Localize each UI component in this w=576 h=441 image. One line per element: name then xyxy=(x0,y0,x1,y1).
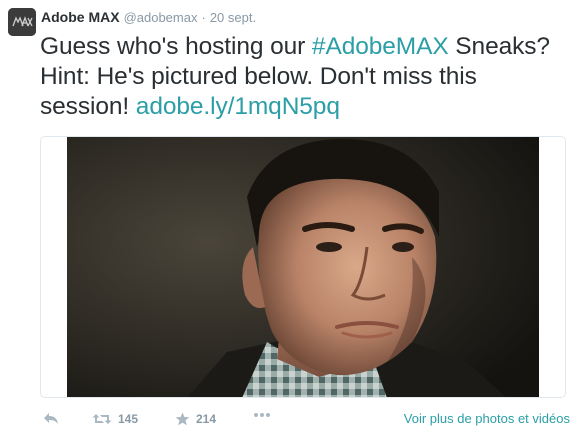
favorite-button[interactable]: 214 xyxy=(175,412,216,426)
tweet: Adobe MAX @adobemax · 20 sept. Guess who… xyxy=(0,0,576,441)
view-more-media-link[interactable]: Voir plus de photos et vidéos xyxy=(404,411,570,426)
tweet-actions: 145 214 Voir plus de photos et vidéos xyxy=(40,410,570,430)
author-fullname[interactable]: Adobe MAX xyxy=(41,9,120,25)
author-username[interactable]: @adobemax xyxy=(124,10,198,25)
tweet-text: Guess who's hosting our #AdobeMAX Sneaks… xyxy=(40,32,570,122)
retweet-button[interactable]: 145 xyxy=(92,412,138,426)
tweet-timestamp[interactable]: 20 sept. xyxy=(210,10,256,25)
avatar[interactable] xyxy=(8,8,36,36)
tweet-text-intro: Guess who's hosting our xyxy=(40,33,312,60)
media-container[interactable] xyxy=(40,136,566,398)
separator-dot: · xyxy=(201,10,206,25)
tweet-header: Adobe MAX @adobemax · 20 sept. xyxy=(41,9,256,27)
favorite-count: 214 xyxy=(196,412,217,426)
retweet-icon xyxy=(92,414,112,424)
reply-button[interactable] xyxy=(43,412,59,426)
reply-icon xyxy=(44,413,58,424)
adobe-max-logo-icon xyxy=(8,8,36,36)
portrait-image xyxy=(67,137,539,397)
retweet-count: 145 xyxy=(118,412,139,426)
more-button[interactable] xyxy=(253,412,271,418)
star-icon xyxy=(175,412,190,426)
hashtag-link[interactable]: #AdobeMAX xyxy=(312,33,449,60)
url-link[interactable]: adobe.ly/1mqN5pq xyxy=(136,93,340,120)
ellipsis-icon xyxy=(254,413,270,417)
tweet-photo[interactable] xyxy=(67,137,539,397)
